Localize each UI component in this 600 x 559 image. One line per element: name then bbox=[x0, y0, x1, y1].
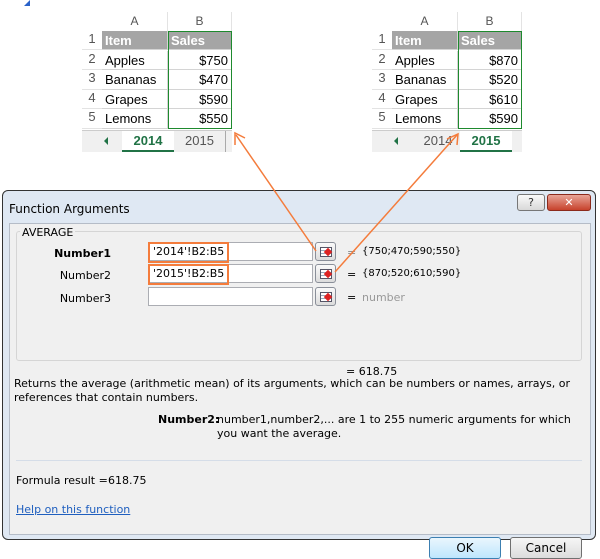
dialog-body: AVERAGE Number1 '2014'!B2:B5 = {750;470;… bbox=[9, 223, 591, 559]
help-button[interactable]: ? bbox=[517, 194, 545, 211]
arg-label-number3: Number3 bbox=[59, 292, 111, 305]
scroll-left-icon[interactable] bbox=[394, 137, 398, 145]
close-button[interactable]: ✕ bbox=[547, 194, 591, 211]
row-header[interactable]: 1 bbox=[82, 31, 102, 51]
sheet-tabs: 2014 2015 bbox=[372, 130, 522, 152]
divider bbox=[16, 460, 582, 461]
cell[interactable]: Lemons bbox=[392, 109, 458, 129]
number1-result: {750;470;590;550} bbox=[362, 246, 462, 257]
tab-2015[interactable]: 2015 bbox=[174, 131, 226, 152]
equals-sign: = bbox=[347, 246, 357, 259]
number1-input[interactable]: '2014'!B2:B5 bbox=[148, 242, 313, 263]
dialog-title: Function Arguments bbox=[9, 202, 130, 216]
header-cell[interactable]: Item bbox=[102, 31, 168, 51]
ok-button[interactable]: OK bbox=[429, 537, 501, 559]
arg-help-label: Number2: bbox=[158, 413, 220, 426]
row-header[interactable]: 3 bbox=[82, 70, 102, 90]
formula-result-label: Formula result = bbox=[16, 474, 108, 487]
cell[interactable]: $590 bbox=[168, 89, 232, 110]
row-header[interactable]: 5 bbox=[372, 109, 392, 129]
function-name: AVERAGE bbox=[20, 226, 76, 239]
collapse-dialog-button[interactable] bbox=[315, 264, 336, 283]
number3-input[interactable] bbox=[148, 287, 313, 306]
column-header-b[interactable]: B bbox=[168, 12, 232, 31]
scroll-left-icon[interactable] bbox=[104, 137, 108, 145]
arg-label-number2: Number2 bbox=[59, 269, 111, 282]
bullet-icon bbox=[24, 0, 30, 6]
header-cell[interactable]: Item bbox=[392, 31, 458, 51]
row-header[interactable]: 2 bbox=[82, 50, 102, 70]
row-header[interactable]: 1 bbox=[372, 31, 392, 51]
cell[interactable]: $520 bbox=[458, 70, 522, 90]
cell[interactable]: Lemons bbox=[102, 109, 168, 129]
column-header-b[interactable]: B bbox=[458, 12, 522, 31]
cell[interactable]: Grapes bbox=[102, 89, 168, 110]
cell[interactable]: $870 bbox=[458, 50, 522, 70]
row-header[interactable]: 4 bbox=[372, 89, 392, 110]
row-header[interactable]: 4 bbox=[82, 89, 102, 110]
equals-sign: = bbox=[347, 268, 357, 281]
cell[interactable]: $470 bbox=[168, 70, 232, 90]
row-header[interactable]: 2 bbox=[372, 50, 392, 70]
worksheet-2015: A B 1 Item Sales 2 Apples $870 3 Bananas $520 4 Gr… bbox=[372, 12, 522, 152]
arg-label-number1: Number1 bbox=[54, 247, 111, 260]
row-header[interactable]: 5 bbox=[82, 109, 102, 129]
formula-result-value: 618.75 bbox=[108, 474, 147, 487]
cell[interactable]: Apples bbox=[392, 50, 458, 70]
select-all-corner[interactable] bbox=[82, 12, 102, 31]
worksheet-2014: A B 1 Item Sales 2 Apples $750 3 Bananas $470 4 Gr… bbox=[82, 12, 232, 152]
cell[interactable]: $550 bbox=[168, 109, 232, 129]
header-cell[interactable]: Sales bbox=[168, 31, 232, 51]
cancel-button[interactable]: Cancel bbox=[510, 537, 582, 559]
number2-input[interactable]: '2015'!B2:B5 bbox=[148, 264, 313, 285]
help-link[interactable]: Help on this function bbox=[16, 503, 130, 516]
number3-result: number bbox=[362, 291, 405, 304]
cell[interactable]: $750 bbox=[168, 50, 232, 70]
row-header[interactable]: 3 bbox=[372, 70, 392, 90]
column-header-a[interactable]: A bbox=[392, 12, 458, 31]
equals-sign: = bbox=[347, 291, 357, 304]
collapse-dialog-button[interactable] bbox=[315, 287, 336, 306]
cell[interactable]: $590 bbox=[458, 109, 522, 129]
header-cell[interactable]: Sales bbox=[458, 31, 522, 51]
select-all-corner[interactable] bbox=[372, 12, 392, 31]
cell[interactable]: Bananas bbox=[102, 70, 168, 90]
tab-2014[interactable]: 2014 bbox=[122, 131, 174, 152]
cell[interactable]: Bananas bbox=[392, 70, 458, 90]
function-description: Returns the average (arithmetic mean) of… bbox=[14, 377, 570, 404]
cell[interactable]: Grapes bbox=[392, 89, 458, 110]
number2-value: '2015'!B2:B5 bbox=[148, 264, 230, 285]
tab-2014[interactable]: 2014 bbox=[412, 131, 464, 152]
sheet-tabs: 2014 2015 bbox=[82, 130, 232, 152]
collapse-dialog-button[interactable] bbox=[315, 242, 336, 261]
column-header-a[interactable]: A bbox=[102, 12, 168, 31]
cell[interactable]: $610 bbox=[458, 89, 522, 110]
tab-2015[interactable]: 2015 bbox=[460, 131, 512, 152]
cell[interactable]: Apples bbox=[102, 50, 168, 70]
number2-result: {870;520;610;590} bbox=[362, 268, 462, 279]
function-arguments-dialog: Function Arguments ? ✕ AVERAGE Number1 '… bbox=[2, 190, 596, 559]
number1-value: '2014'!B2:B5 bbox=[148, 242, 230, 263]
arg-help-text: number1,number2,... are 1 to 255 numeric… bbox=[217, 413, 571, 440]
